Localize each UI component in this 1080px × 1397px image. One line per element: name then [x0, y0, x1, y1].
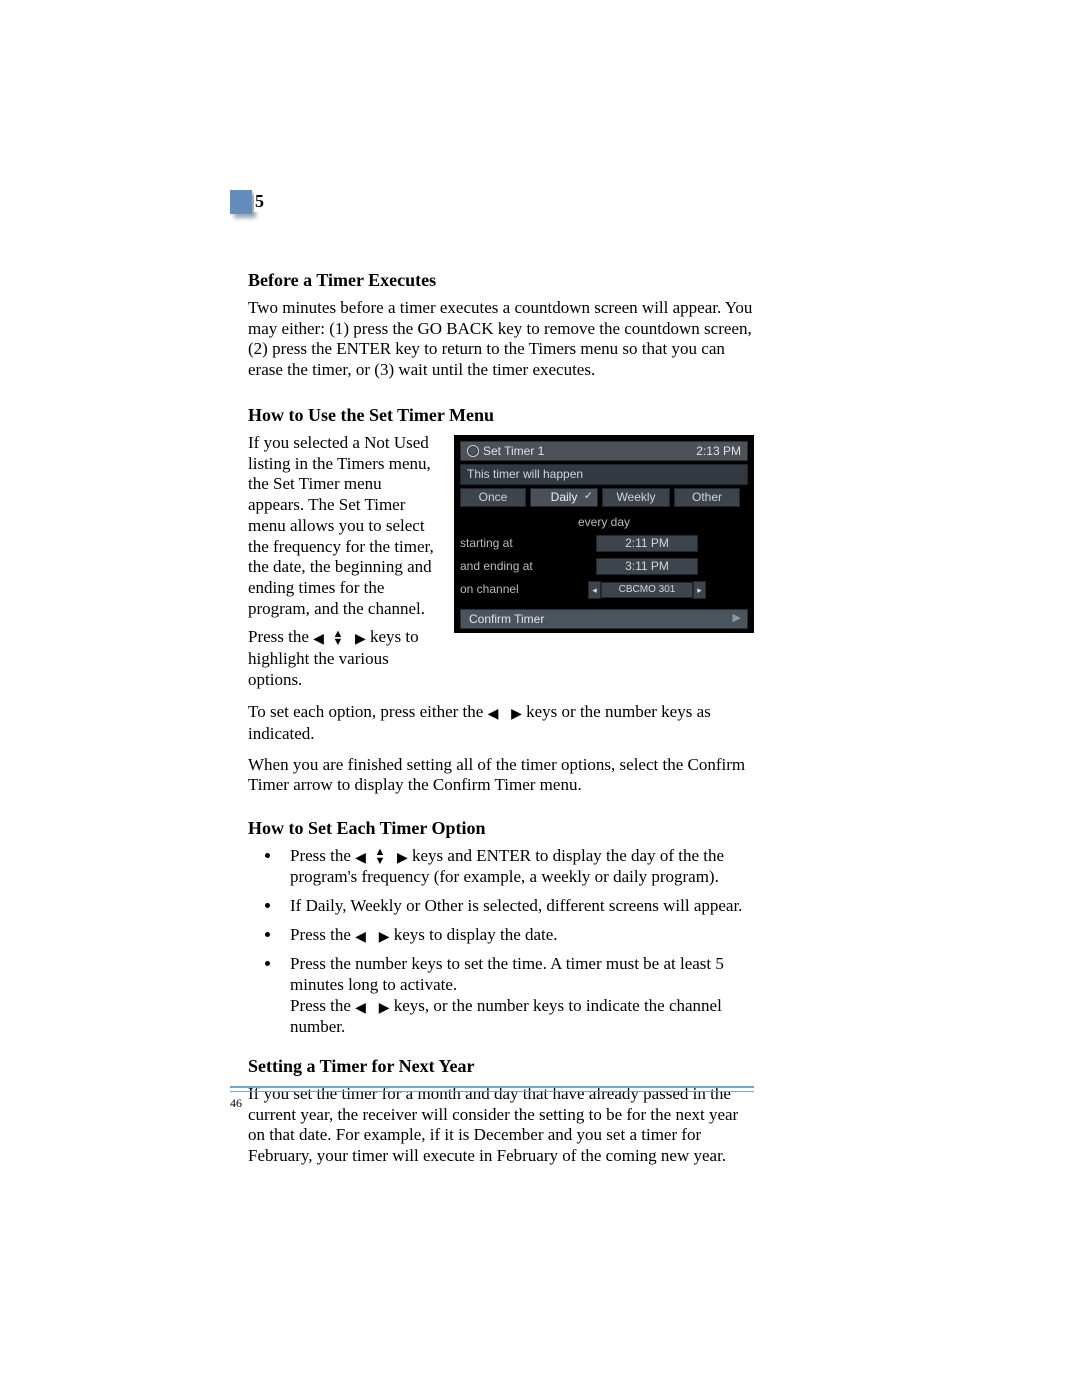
set-timer-screenshot: Set Timer 1 2:13 PM This timer will happ…: [454, 435, 754, 633]
ui-confirm-timer: Confirm Timer: [460, 609, 748, 630]
ui-every-day: every day: [578, 515, 630, 530]
freq-daily-label: Daily: [551, 490, 578, 504]
arrow-left-icon: [488, 703, 499, 724]
arrow-left-icon: [355, 997, 366, 1018]
ui-channel-row: on channel ◂ CBCMO 301 ▸: [460, 581, 748, 599]
ui-channel-value: CBCMO 301: [601, 582, 693, 598]
chevron-left-icon: ◂: [588, 581, 601, 599]
ui-end-row: and ending at 3:11 PM: [460, 558, 748, 575]
option-list: Press the keys and ENTER to display the …: [248, 846, 754, 1038]
arrow-right-icon: [355, 628, 366, 649]
list-item: Press the number keys to set the time. A…: [282, 954, 754, 1038]
set-timer-p2: Press the keys to highlight the various …: [248, 627, 438, 690]
ui-title: Set Timer 1: [483, 444, 544, 459]
ui-start-row: starting at 2:11 PM: [460, 535, 748, 552]
arrow-updown-icon: [374, 848, 388, 866]
ui-subheading: This timer will happen: [460, 464, 748, 485]
para-next-year: If you set the timer for a month and day…: [248, 1084, 754, 1167]
chevron-right-icon: ▸: [693, 581, 706, 599]
ui-end-value: 3:11 PM: [596, 558, 698, 575]
text: Press the: [248, 627, 313, 646]
arrow-left-icon: [355, 926, 366, 947]
list-item: Press the keys to display the date.: [282, 925, 754, 946]
arrow-left-icon: [355, 847, 366, 868]
list-item: Press the keys and ENTER to display the …: [282, 846, 754, 888]
freq-other: Other: [674, 488, 740, 507]
page-number: 46: [230, 1096, 242, 1111]
footer-rule: [230, 1086, 754, 1092]
arrow-right-icon: [379, 997, 390, 1018]
ui-frequency-row: Once Daily Weekly Other: [460, 488, 748, 507]
freq-daily: Daily: [530, 488, 598, 507]
arrow-right-icon: [379, 926, 390, 947]
gear-icon: [467, 445, 479, 457]
text: Press the number keys to set the time. A…: [290, 954, 724, 994]
text: Press the: [290, 925, 355, 944]
arrow-left-icon: [313, 628, 324, 649]
heading-set-each-option: How to Set Each Timer Option: [248, 818, 754, 840]
page: 5 Before a Timer Executes Two minutes be…: [0, 0, 1080, 1397]
heading-use-set-timer: How to Use the Set Timer Menu: [248, 405, 754, 427]
freq-once: Once: [460, 488, 526, 507]
ui-channel-label: on channel: [460, 582, 519, 597]
arrow-right-icon: [511, 703, 522, 724]
set-timer-after2: When you are finished setting all of the…: [248, 755, 754, 796]
para-before-timer: Two minutes before a timer executes a co…: [248, 298, 754, 381]
arrow-right-icon: [397, 847, 408, 868]
set-timer-left-text: If you selected a Not Used listing in th…: [248, 433, 438, 699]
text: keys to display the date.: [394, 925, 558, 944]
set-timer-after1: To set each option, press either the key…: [248, 702, 754, 744]
set-timer-wrap: Set Timer 1 2:13 PM This timer will happ…: [248, 433, 754, 699]
text: Press the: [290, 996, 355, 1015]
chapter-tab-box: [230, 190, 252, 214]
chapter-tab: 5: [230, 190, 264, 214]
text: To set each option, press either the: [248, 702, 488, 721]
freq-weekly: Weekly: [602, 488, 670, 507]
ui-start-value: 2:11 PM: [596, 535, 698, 552]
list-item: If Daily, Weekly or Other is selected, d…: [282, 896, 754, 917]
heading-before-timer: Before a Timer Executes: [248, 270, 754, 292]
ui-end-label: and ending at: [460, 559, 533, 574]
ui-clock: 2:13 PM: [696, 444, 741, 459]
heading-next-year: Setting a Timer for Next Year: [248, 1056, 754, 1078]
ui-titlebar: Set Timer 1 2:13 PM: [460, 441, 748, 462]
ui-start-label: starting at: [460, 536, 513, 551]
content-area: Before a Timer Executes Two minutes befo…: [248, 250, 754, 1177]
set-timer-p1: If you selected a Not Used listing in th…: [248, 433, 438, 620]
text: Press the: [290, 846, 355, 865]
arrow-updown-icon: [332, 630, 346, 648]
chapter-number: 5: [254, 190, 266, 212]
